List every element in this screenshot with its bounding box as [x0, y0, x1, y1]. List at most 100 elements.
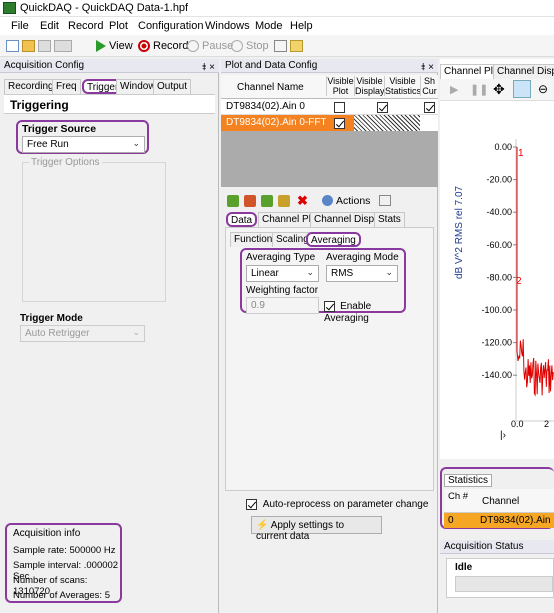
channel-grid: Channel Name Visible Plot Visible Displa…: [221, 75, 481, 187]
x-tick-label: 2: [544, 419, 550, 429]
export-icon[interactable]: [54, 40, 72, 52]
new-file-icon[interactable]: [6, 40, 19, 52]
sample-rate: Sample rate: 500000 Hz: [13, 545, 116, 556]
play-icon[interactable]: ▶: [450, 83, 458, 96]
channel-actions-toolbar: ✖ Actions: [227, 193, 391, 210]
tab-recording[interactable]: Recording: [4, 79, 58, 94]
menu-edit[interactable]: Edit: [40, 20, 59, 32]
app-icon: [3, 2, 16, 14]
settings-icon[interactable]: [290, 40, 303, 52]
lightning-icon: ⚡: [256, 520, 269, 531]
pause-icon[interactable]: ❚❚: [470, 83, 488, 96]
visible-stats-checkbox[interactable]: [424, 101, 436, 113]
weighting-factor-input[interactable]: 0.9: [246, 297, 319, 314]
acq-tab-row: Recording Freq Trigger Window Output: [4, 79, 218, 94]
add-function-icon[interactable]: [244, 195, 256, 207]
chevron-down-icon: ⌄: [132, 327, 140, 337]
pan-icon[interactable]: ✥: [493, 81, 505, 98]
pause-button[interactable]: Pause: [187, 39, 233, 53]
fft-trace: [516, 147, 554, 397]
zoom-out-icon[interactable]: ⊖: [538, 82, 548, 96]
menu-configuration[interactable]: Configuration: [138, 20, 203, 32]
table-row[interactable]: DT9834(02).Ain 0: [221, 99, 481, 115]
toolbar: View Record Pause Stop: [0, 35, 554, 57]
trigger-source-select[interactable]: Free Run ⌄: [22, 136, 145, 153]
acquisition-config-title: Acquisition Config ⯒ ×: [0, 59, 219, 73]
tab-data[interactable]: Data: [226, 212, 258, 227]
enable-averaging-checkbox[interactable]: Enable Averaging: [324, 300, 404, 324]
add-channel-icon[interactable]: [227, 195, 239, 207]
table-row[interactable]: 0 DT9834(02).Ain: [444, 513, 554, 528]
menu-file[interactable]: File: [11, 20, 29, 32]
averaging-group: Averaging Type Linear ⌄ Averaging Mode R…: [240, 248, 406, 324]
chevron-down-icon: ⌄: [132, 138, 140, 148]
plot-tab-row: Channel Plot Channel Display: [440, 64, 554, 79]
visible-plot-checkbox[interactable]: [334, 117, 345, 129]
y-tick-label: -60.00: [486, 240, 512, 250]
apply-settings-button[interactable]: ⚡ Apply settings to current data: [251, 516, 382, 542]
acquisition-status-title: Acquisition Status: [440, 540, 554, 554]
status-text: Idle: [455, 562, 473, 573]
statistics-highlight: Statistics Ch # Channel 0 DT9834(02).Ain: [440, 467, 554, 529]
open-folder-icon[interactable]: [22, 40, 35, 52]
tab-stats[interactable]: Stats: [374, 212, 405, 227]
trigger-mode-select[interactable]: Auto Retrigger ⌄: [20, 325, 145, 342]
chevron-down-icon: ⌄: [306, 267, 314, 277]
section-header: Triggering: [4, 94, 215, 114]
visible-plot-checkbox[interactable]: [334, 101, 345, 113]
grid-header: Channel Name Visible Plot Visible Displa…: [221, 75, 438, 99]
plot-toolbar: ▶ ❚❚ ✥ ⊖: [440, 79, 554, 101]
tab-output[interactable]: Output: [153, 79, 192, 94]
acquisition-info-title: Acquisition info: [13, 528, 81, 539]
menu-bar: File Edit Record Plot Configuration Wind…: [0, 17, 554, 35]
pane-pin-close-icon[interactable]: ⯒ ×: [202, 60, 215, 77]
visible-display-checkbox[interactable]: [377, 101, 389, 113]
menu-mode[interactable]: Mode: [255, 20, 283, 32]
tab-averaging[interactable]: Averaging: [306, 232, 361, 247]
menu-help[interactable]: Help: [290, 20, 313, 32]
plot-data-config-pane: Plot and Data Config ⯒ × Channel Name Vi…: [221, 59, 481, 613]
cursor-marker-1[interactable]: 1: [518, 148, 524, 159]
auto-reprocess-checkbox[interactable]: Auto-reprocess on parameter change: [246, 499, 428, 510]
menu-windows[interactable]: Windows: [205, 20, 250, 32]
number-of-averages: Number of Averages: 5: [13, 590, 110, 601]
cursor-marker-2[interactable]: 2: [516, 276, 522, 287]
menu-record[interactable]: Record: [68, 20, 103, 32]
tab-freq[interactable]: Freq: [52, 79, 81, 94]
y-tick-label: -100.00: [481, 305, 512, 315]
pause-icon: [187, 40, 199, 52]
stop-button[interactable]: Stop: [231, 39, 269, 53]
tab-channel-display-view[interactable]: Channel Display: [493, 64, 554, 79]
status-progress-bar: [455, 576, 553, 592]
hatched-cells: [354, 115, 420, 131]
add-fft-icon[interactable]: [261, 195, 273, 207]
status-box: Idle: [446, 558, 554, 598]
stats-header: Ch # Channel: [444, 489, 554, 513]
pdc-tab-row: Data Channel Plot Channel Display Stats: [225, 212, 437, 227]
y-tick-label: -80.00: [486, 272, 512, 282]
columns-icon[interactable]: [379, 195, 391, 206]
title-bar: QuickDAQ - QuickDAQ Data-1.hpf: [0, 0, 554, 17]
acquisition-info-group: Acquisition info Sample rate: 500000 Hz …: [5, 523, 122, 603]
y-tick-label: -20.00: [486, 175, 512, 185]
y-tick-label: 0.00: [494, 142, 512, 152]
edit-channel-icon[interactable]: [278, 195, 290, 207]
window-title: QuickDAQ - QuickDAQ Data-1.hpf: [20, 2, 189, 14]
averaging-type-select[interactable]: Linear ⌄: [246, 265, 319, 282]
delete-icon[interactable]: ✖: [297, 193, 308, 209]
menu-plot[interactable]: Plot: [109, 20, 128, 32]
actions-menu[interactable]: Actions: [336, 195, 370, 207]
filter-icon[interactable]: [274, 40, 287, 52]
tab-function[interactable]: Function: [230, 232, 277, 247]
zoom-select-icon[interactable]: [513, 80, 531, 98]
save-icon[interactable]: [38, 40, 51, 52]
x-tick-label: 0.0: [511, 419, 524, 429]
record-button[interactable]: Record: [138, 39, 188, 53]
averaging-mode-select[interactable]: RMS ⌄: [326, 265, 398, 282]
table-row[interactable]: DT9834(02).Ain 0-FFT: [221, 115, 453, 131]
view-button[interactable]: View: [96, 39, 133, 53]
gear-icon: [322, 195, 333, 206]
scroll-right-icon[interactable]: |›: [500, 430, 506, 441]
statistics-tab[interactable]: Statistics: [444, 474, 493, 487]
trigger-options-group: Trigger Options: [22, 157, 166, 302]
